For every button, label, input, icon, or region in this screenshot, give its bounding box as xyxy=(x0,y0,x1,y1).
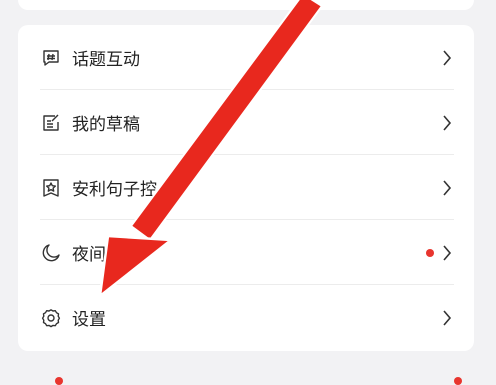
topic-hash-icon xyxy=(40,47,62,69)
menu-item-label: 夜间模式 xyxy=(72,245,140,265)
chevron-right-icon xyxy=(440,179,454,196)
bottom-bar xyxy=(0,377,496,385)
menu-item-recommend-sentence[interactable]: 安利句子控 xyxy=(18,155,474,220)
menu-item-label: 设置 xyxy=(72,310,106,330)
bottom-red-mark xyxy=(55,377,63,385)
notification-dot xyxy=(426,248,434,257)
menu-item-settings[interactable]: 设置 xyxy=(18,285,474,350)
menu-item-my-drafts[interactable]: 我的草稿 xyxy=(18,90,474,155)
chevron-right-icon xyxy=(440,309,454,326)
menu-item-label: 安利句子控 xyxy=(72,180,157,200)
menu-item-night-mode[interactable]: 夜间模式 xyxy=(18,220,474,285)
star-badge-icon xyxy=(40,177,62,199)
moon-icon xyxy=(40,242,62,264)
menu-item-topic-interaction[interactable]: 话题互动 xyxy=(18,25,474,90)
gear-icon xyxy=(40,307,62,329)
chevron-right-icon xyxy=(440,114,454,131)
menu-item-label: 我的草稿 xyxy=(72,115,140,135)
chevron-right-icon xyxy=(440,244,454,261)
bottom-red-mark xyxy=(454,377,462,385)
draft-edit-icon xyxy=(40,112,62,134)
top-card xyxy=(18,0,474,10)
menu-item-label: 话题互动 xyxy=(72,50,140,70)
menu-card: 话题互动 我的草稿 安利句子控 夜间模式 设置 xyxy=(18,25,474,351)
chevron-right-icon xyxy=(440,49,454,66)
